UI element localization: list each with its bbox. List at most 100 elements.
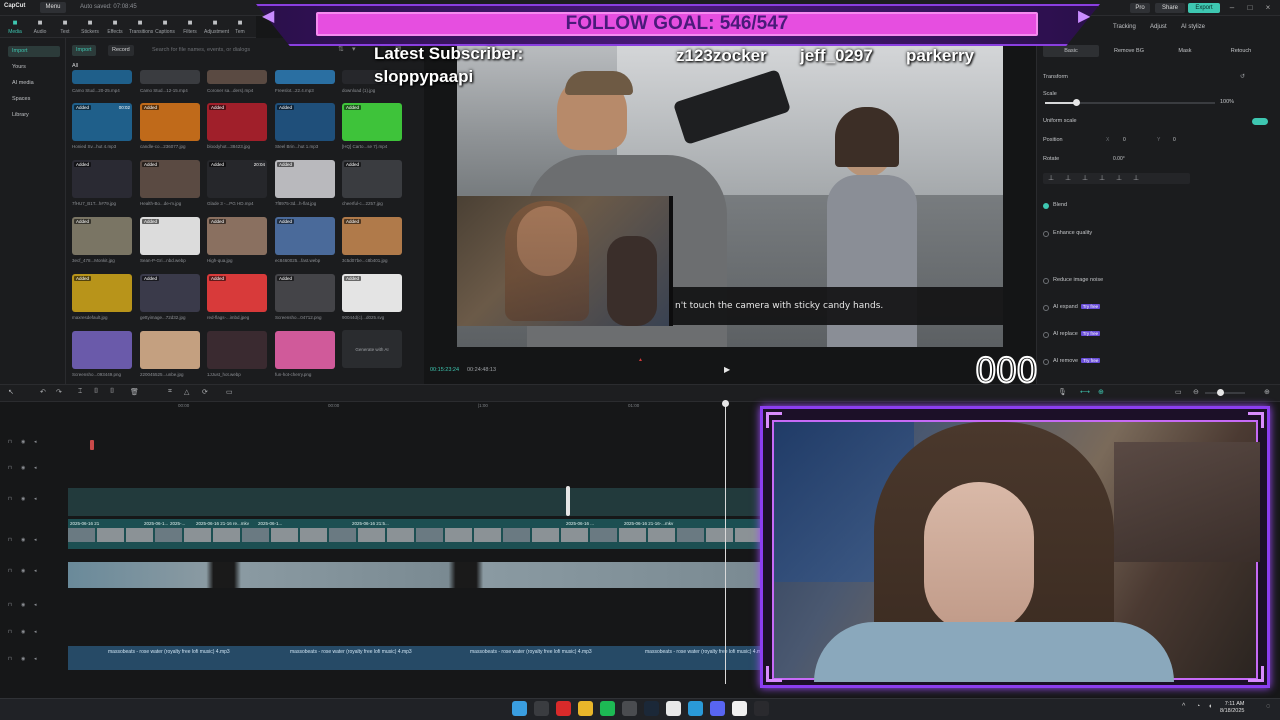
tool-audio[interactable]: ■ Audio [29, 18, 51, 38]
lock-icon[interactable]: ⊓ [8, 568, 12, 574]
minimize-icon[interactable]: – [1226, 2, 1238, 14]
system-clock[interactable]: 7:11 AM 8/18/2025 [1220, 701, 1244, 715]
split-left-icon[interactable]: ⌷ [94, 388, 98, 396]
align-top-icon[interactable]: ⊥ [1099, 174, 1105, 182]
ai-replace-row[interactable]: AI replace Try free [1053, 331, 1101, 337]
media-thumb[interactable] [140, 70, 200, 84]
magnet-icon[interactable]: ⟷ [1080, 388, 1090, 396]
edge-icon[interactable] [688, 701, 703, 716]
media-thumb[interactable] [140, 331, 200, 369]
tool-stickers[interactable]: ■ Stickers [79, 18, 101, 38]
lock-icon[interactable]: ⊓ [8, 656, 12, 662]
play-icon[interactable]: ▶ [724, 365, 730, 374]
lock-icon[interactable]: ⊓ [8, 439, 12, 445]
tool-effects[interactable]: ■ Effects [104, 18, 126, 38]
media-thumb[interactable]: Added [72, 160, 132, 198]
import-tab[interactable]: Import [72, 45, 96, 56]
media-thumb[interactable]: Added [207, 274, 267, 312]
menu-button[interactable]: Menu [40, 2, 66, 13]
nav-import[interactable]: Import [8, 46, 60, 57]
enhance-checkbox[interactable] [1043, 231, 1049, 237]
file-explorer-icon[interactable] [578, 701, 593, 716]
select-tool-icon[interactable]: ↖ [8, 388, 14, 396]
rotate-input[interactable]: 0.00° [1113, 155, 1125, 164]
ai-remove-row[interactable]: AI remove Try free [1053, 358, 1101, 364]
reduce-noise-checkbox[interactable] [1043, 278, 1049, 284]
media-thumb[interactable]: Added [275, 103, 335, 141]
media-thumb[interactable] [207, 70, 267, 84]
chrome-icon[interactable] [666, 701, 681, 716]
blend-checkbox[interactable] [1043, 203, 1049, 209]
rotate-icon[interactable]: ⟳ [202, 388, 208, 396]
align-middle-icon[interactable]: ⊥ [1116, 174, 1122, 182]
sort-icon[interactable]: ⇅ [338, 45, 344, 53]
filter-icon[interactable]: ▾ [352, 45, 356, 53]
eye-icon[interactable]: ◉ [21, 568, 25, 574]
close-icon[interactable]: × [1262, 2, 1274, 14]
zoom-slider-handle[interactable] [1217, 389, 1224, 396]
nav-yours[interactable]: Yours [8, 62, 60, 73]
nav-library[interactable]: Library [8, 110, 60, 121]
audio-toggle-icon[interactable]: ◂ [34, 629, 37, 635]
media-thumb[interactable]: Added [342, 103, 402, 141]
uniform-scale-toggle[interactable] [1252, 118, 1268, 125]
clip-trim-handle[interactable] [566, 486, 570, 516]
media-thumb[interactable]: Added [275, 274, 335, 312]
search-icon[interactable] [534, 701, 549, 716]
media-thumb[interactable] [72, 331, 132, 369]
ai-remove-checkbox[interactable] [1043, 359, 1049, 365]
split-icon[interactable]: ⌶ [78, 388, 82, 396]
undo-icon[interactable]: ↶ [40, 388, 46, 396]
maximize-icon[interactable]: □ [1244, 2, 1256, 14]
media-thumb[interactable] [275, 70, 335, 84]
eye-icon[interactable]: ◉ [21, 602, 25, 608]
delete-icon[interactable]: 🗑 [130, 388, 139, 396]
zoom-out-icon[interactable]: ⊖ [1193, 388, 1199, 396]
tray-chevron-icon[interactable]: ^ [1182, 703, 1185, 710]
media-thumb[interactable]: Added [72, 274, 132, 312]
ai-replace-checkbox[interactable] [1043, 332, 1049, 338]
eye-icon[interactable]: ◉ [21, 496, 25, 502]
media-thumb[interactable]: Added [140, 160, 200, 198]
share-button[interactable]: Share [1155, 3, 1185, 13]
mirror-icon[interactable]: △ [184, 388, 189, 396]
tool-text[interactable]: ■ Text [54, 18, 76, 38]
tab-ai-stylize[interactable]: AI stylize [1181, 24, 1205, 30]
subtab-retouch[interactable]: Retouch [1213, 45, 1269, 57]
eye-icon[interactable]: ◉ [21, 537, 25, 543]
position-y-input[interactable]: 0 [1173, 136, 1176, 145]
media-thumb[interactable]: Added [140, 103, 200, 141]
reset-icon[interactable]: ↺ [1240, 73, 1245, 80]
media-thumb[interactable]: Added 20:04 [207, 160, 267, 198]
record-tab[interactable]: Record [108, 45, 134, 56]
transform-heading[interactable]: Transform [1043, 74, 1068, 80]
audio-toggle-icon[interactable]: ◂ [34, 439, 37, 445]
media-thumb[interactable]: Added [342, 274, 402, 312]
tool-tem[interactable]: ■ Tem [229, 18, 251, 38]
eye-icon[interactable]: ◉ [21, 465, 25, 471]
media-thumb[interactable]: Added [275, 160, 335, 198]
discord-icon[interactable] [710, 701, 725, 716]
redo-icon[interactable]: ↷ [56, 388, 62, 396]
nav-ai-media[interactable]: AI media [8, 78, 60, 89]
marker-clip[interactable] [90, 440, 94, 450]
calculator-icon[interactable] [622, 701, 637, 716]
zoom-slider-track[interactable] [1205, 392, 1245, 394]
media-search-input[interactable]: Search for file names, events, or dialog… [148, 45, 338, 56]
media-thumb[interactable]: Added [275, 217, 335, 255]
spotify-icon[interactable] [600, 701, 615, 716]
lock-icon[interactable]: ⊓ [8, 496, 12, 502]
volume-icon[interactable]: ◖ [1208, 703, 1212, 710]
subtab-mask[interactable]: Mask [1157, 45, 1213, 57]
media-thumb[interactable] [72, 70, 132, 84]
export-button[interactable]: Export [1188, 3, 1220, 13]
steam-icon[interactable] [644, 701, 659, 716]
media-thumb[interactable] [275, 331, 335, 369]
crop-icon[interactable]: ⌗ [168, 388, 172, 396]
position-x-input[interactable]: 0 [1123, 136, 1126, 145]
align-center-icon[interactable]: ⊥ [1065, 174, 1071, 182]
link-icon[interactable]: ⊕ [1098, 388, 1104, 396]
capcut-taskbar-icon[interactable] [732, 701, 747, 716]
split-right-icon[interactable]: ⌷ [110, 388, 114, 396]
lock-icon[interactable]: ⊓ [8, 602, 12, 608]
